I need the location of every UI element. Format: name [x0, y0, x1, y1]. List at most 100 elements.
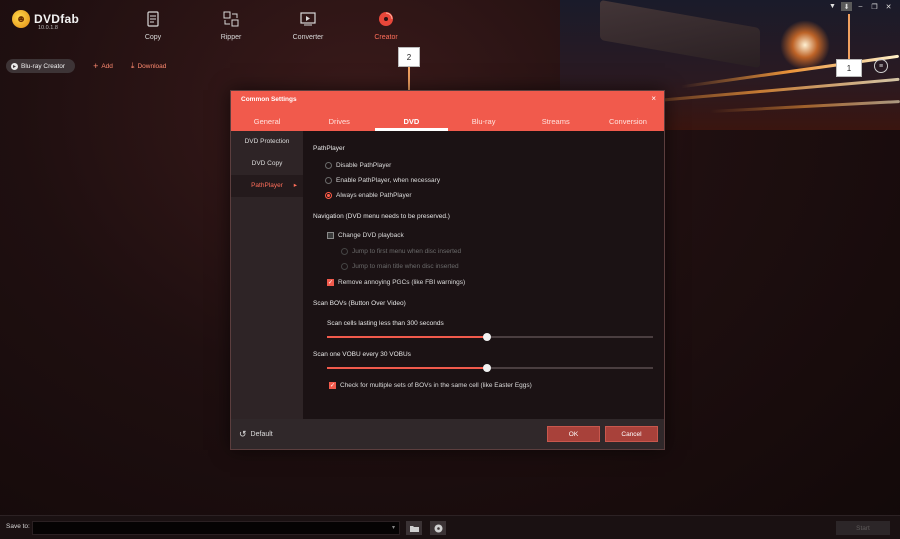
nav-creator-label: Creator [374, 34, 398, 41]
reset-icon: ↺ [239, 429, 247, 439]
option-label: Enable PathPlayer, when necessary [336, 177, 441, 184]
navigation-section-title: Navigation (DVD menu needs to be preserv… [313, 213, 450, 220]
radio-disable-pathplayer[interactable]: Disable PathPlayer [325, 162, 391, 169]
iso-button[interactable] [430, 521, 446, 535]
annotation-2: 2 [398, 47, 420, 67]
scan-vobu-label: Scan one VOBU every 30 VOBUs [313, 351, 411, 358]
option-label: Disable PathPlayer [336, 162, 392, 169]
option-label: Jump to main title when disc inserted [352, 263, 459, 270]
tab-conversion[interactable]: Conversion [592, 113, 664, 131]
annotation-arrow-1 [848, 14, 850, 59]
checkbox-change-playback[interactable]: Change DVD playback [327, 232, 404, 239]
radio-jump-first-menu[interactable]: Jump to first menu when disc inserted [341, 248, 461, 255]
minimize-icon[interactable]: – [855, 2, 866, 11]
radio-button[interactable] [341, 263, 348, 270]
dvdfab-logo-icon: ☻ [12, 10, 30, 28]
default-label: Default [250, 431, 273, 438]
dialog-footer: ↺ Default OK Cancel [231, 419, 664, 449]
sidebar-item-dvd-copy[interactable]: DVD Copy [231, 153, 303, 175]
dropdown-icon[interactable]: ▼ [827, 2, 838, 11]
main-menu-button[interactable]: ≡ [874, 59, 888, 73]
dialog-title: Common Settings [241, 96, 297, 103]
dialog-header: Common Settings × General Drives DVD Blu… [231, 91, 664, 131]
dialog-content: PathPlayer Disable PathPlayer Enable Pat… [313, 141, 658, 411]
add-button[interactable]: + Add [93, 61, 113, 71]
scan-cells-label: Scan cells lasting less than 300 seconds [327, 320, 444, 327]
common-settings-dialog: Common Settings × General Drives DVD Blu… [230, 90, 665, 450]
nav-converter-label: Converter [292, 34, 324, 41]
converter-icon [299, 10, 317, 28]
annotation-1: 1 [836, 59, 862, 77]
radio-jump-main-title[interactable]: Jump to main title when disc inserted [341, 263, 459, 270]
option-label: Change DVD playback [338, 232, 404, 239]
nav-creator[interactable]: Creator [361, 10, 411, 41]
dialog-sidebar: DVD Protection DVD Copy PathPlayer ▸ [231, 131, 303, 420]
background-train [600, 0, 760, 69]
ok-button[interactable]: OK [547, 426, 600, 442]
cancel-button[interactable]: Cancel [605, 426, 658, 442]
creator-disc-icon [377, 10, 395, 28]
close-window-icon[interactable]: ✕ [883, 2, 894, 11]
save-to-field[interactable]: ▾ [32, 521, 400, 535]
mode-arrow-icon: ▸ [11, 62, 18, 70]
sidebar-item-pathplayer[interactable]: PathPlayer ▸ [231, 175, 303, 197]
chevron-down-icon[interactable]: ▾ [392, 524, 395, 531]
pathplayer-section-title: PathPlayer [313, 145, 345, 152]
slider-handle[interactable] [482, 364, 491, 372]
plus-icon: + [93, 61, 99, 71]
radio-enable-pathplayer[interactable]: Enable PathPlayer, when necessary [325, 177, 440, 184]
light-streak [710, 100, 900, 113]
default-button[interactable]: ↺ Default [239, 429, 273, 440]
app-version: 10.0.1.8 [38, 25, 58, 31]
background-glow [780, 20, 830, 70]
option-label: Remove annoying PGCs (like FBI warnings) [338, 279, 466, 286]
sidebar-item-dvd-protection[interactable]: DVD Protection [231, 131, 303, 153]
browse-folder-button[interactable] [406, 521, 422, 535]
restore-icon[interactable]: ❐ [869, 2, 880, 11]
radio-button[interactable] [341, 248, 348, 255]
sidebar-item-label: PathPlayer [251, 182, 283, 189]
download-button[interactable]: ⤓ Download [131, 61, 166, 71]
add-label: Add [101, 62, 113, 70]
nav-copy[interactable]: Copy [128, 10, 178, 41]
checkbox-checked[interactable]: ✓ [327, 279, 334, 286]
nav-converter[interactable]: Converter [283, 10, 333, 41]
radio-button[interactable] [325, 177, 332, 184]
tab-bluray[interactable]: Blu-ray [448, 113, 520, 131]
scan-cells-slider[interactable] [327, 333, 653, 341]
start-button[interactable]: Start [836, 521, 890, 535]
radio-always-pathplayer[interactable]: Always enable PathPlayer [325, 192, 412, 199]
cloud-download-icon: ⤓ [130, 61, 135, 70]
option-label: Always enable PathPlayer [336, 192, 412, 199]
tab-dvd[interactable]: DVD [375, 113, 448, 131]
dialog-tabs: General Drives DVD Blu-ray Streams Conve… [231, 113, 664, 131]
scan-vobu-slider[interactable] [327, 364, 653, 372]
tab-streams[interactable]: Streams [520, 113, 592, 131]
window-controls: ▼ ⬇ – ❐ ✕ [827, 2, 894, 11]
tab-drives[interactable]: Drives [303, 113, 375, 131]
checkbox-remove-pgcs[interactable]: ✓ Remove annoying PGCs (like FBI warning… [327, 279, 465, 286]
download-arrow-icon[interactable]: ⬇ [841, 2, 852, 11]
option-label: Jump to first menu when disc inserted [352, 248, 462, 255]
slider-handle[interactable] [482, 333, 491, 341]
radio-button-selected[interactable] [325, 192, 332, 199]
download-label: Download [137, 62, 167, 70]
copy-icon [144, 10, 162, 28]
radio-button[interactable] [325, 162, 332, 169]
nav-ripper[interactable]: Ripper [206, 10, 256, 41]
bottom-bar: Save to: ▾ Start [0, 515, 900, 539]
mode-selector[interactable]: ▸ Blu-ray Creator [6, 59, 76, 73]
mode-label: Blu-ray Creator [21, 62, 66, 70]
scan-section-title: Scan BOVs (Button Over Video) [313, 300, 406, 307]
nav-ripper-label: Ripper [220, 34, 242, 41]
logo-text: DVDfab [34, 12, 80, 26]
checkbox-checked[interactable]: ✓ [329, 382, 336, 389]
tab-general[interactable]: General [231, 113, 303, 131]
chevron-right-icon: ▸ [293, 182, 297, 189]
menu-list-icon: ≡ [878, 62, 884, 70]
checkbox-multiple-bovs[interactable]: ✓ Check for multiple sets of BOVs in the… [329, 382, 532, 389]
app-logo: ☻ DVDfab 10.0.1.8 [12, 10, 80, 31]
checkbox[interactable] [327, 232, 334, 239]
dialog-close-icon[interactable]: × [651, 94, 656, 103]
sub-toolbar: ▸ Blu-ray Creator + Add ⤓ Download [6, 59, 166, 73]
